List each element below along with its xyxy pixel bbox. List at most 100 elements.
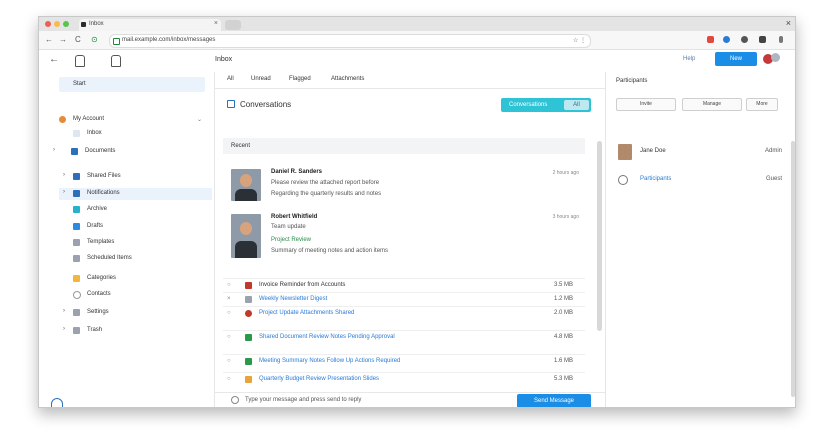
tab-flagged[interactable]: Flagged xyxy=(289,76,311,82)
sidebar-item-templates[interactable]: Templates xyxy=(73,237,211,249)
manage-button[interactable]: Manage xyxy=(682,98,742,111)
chevron-right-icon[interactable]: › xyxy=(63,172,65,178)
archive-icon xyxy=(73,206,80,213)
close-window-dot[interactable] xyxy=(45,21,51,27)
sender-photo xyxy=(231,214,261,258)
checkbox[interactable]: × xyxy=(227,296,231,302)
chevron-right-icon[interactable]: › xyxy=(53,147,55,153)
app-back-icon[interactable]: ← xyxy=(49,54,59,65)
url-input[interactable]: mail.example.com/inbox/messages ☆ ⋮ xyxy=(109,34,591,48)
view-toggle-active[interactable]: Conversations xyxy=(509,102,547,108)
home-icon[interactable] xyxy=(75,55,85,67)
tab-attachments[interactable]: Attachments xyxy=(331,76,364,82)
new-tab-button[interactable] xyxy=(225,20,241,30)
new-button[interactable]: New xyxy=(715,52,757,66)
back-arrow-icon[interactable]: ← xyxy=(45,35,53,44)
sidebar-item-scheduled[interactable]: Scheduled Items xyxy=(73,253,211,265)
sidebar-item-shared[interactable]: › Shared Files xyxy=(63,171,211,183)
title-bar: Inbox × × xyxy=(39,17,795,31)
chevron-right-icon[interactable]: › xyxy=(63,189,65,195)
bookmark-icon[interactable]: ☆ ⋮ xyxy=(573,37,586,44)
minimize-window-dot[interactable] xyxy=(54,21,60,27)
row-size: 1.6 MB xyxy=(553,358,573,364)
reload-icon[interactable]: C xyxy=(75,35,81,44)
sender-photo xyxy=(231,169,261,201)
attach-icon[interactable] xyxy=(231,396,239,404)
sidebar: Start My Account ⌄ Inbox › Documents › S… xyxy=(39,72,215,407)
sidebar-item-drafts[interactable]: Drafts xyxy=(73,221,211,233)
menu-icon[interactable] xyxy=(779,36,783,43)
help-link[interactable]: Help xyxy=(683,56,695,62)
table-row[interactable]: ○ Project Update Attachments Shared 2.0 … xyxy=(223,306,585,321)
sidebar-item-documents[interactable]: › Documents xyxy=(53,146,209,158)
address-bar: ← → C ⊙ mail.example.com/inbox/messages … xyxy=(39,31,795,50)
row-title: Invoice Reminder from Accounts xyxy=(259,282,346,288)
sidebar-item-inbox[interactable]: Inbox xyxy=(57,128,207,140)
table-row[interactable]: ○ Quarterly Budget Review Presentation S… xyxy=(223,372,585,387)
tab-unread[interactable]: Unread xyxy=(251,76,271,82)
tab-close-icon[interactable]: × xyxy=(214,20,218,27)
checkbox[interactable]: ○ xyxy=(227,282,231,288)
view-toggle-other[interactable]: All xyxy=(564,100,589,110)
message-line: Project Review xyxy=(271,237,312,243)
checkbox[interactable]: ○ xyxy=(227,334,231,340)
help-icon[interactable] xyxy=(51,398,63,407)
message-item[interactable]: Robert Whitfield Team update Project Rev… xyxy=(223,210,585,262)
file-icon xyxy=(245,376,252,383)
sidebar-item-notifications[interactable]: › Notifications xyxy=(59,188,212,200)
participant-name: Participants xyxy=(640,176,672,182)
row-title: Shared Document Review Notes Pending App… xyxy=(259,334,395,340)
chevron-right-icon[interactable]: › xyxy=(63,308,65,314)
checkbox[interactable]: ○ xyxy=(227,358,231,364)
sidebar-item-contacts[interactable]: Contacts xyxy=(73,289,211,301)
table-row[interactable]: × Weekly Newsletter Digest 1.2 MB xyxy=(223,292,585,307)
checkbox[interactable]: ○ xyxy=(227,310,231,316)
more-button[interactable]: More xyxy=(746,98,778,111)
checkbox[interactable]: ○ xyxy=(227,376,231,382)
table-row[interactable]: ○ Invoice Reminder from Accounts 3.5 MB xyxy=(223,278,585,293)
table-row[interactable]: ○ Meeting Summary Notes Follow Up Action… xyxy=(223,354,585,369)
participant-item[interactable]: Jane Doe Admin xyxy=(616,144,786,164)
extension-icon[interactable] xyxy=(707,36,714,43)
sidebar-item-label: Inbox xyxy=(87,130,102,136)
library-icon[interactable] xyxy=(111,55,121,67)
recent-header: Recent xyxy=(223,138,585,154)
send-button[interactable]: Send Message xyxy=(517,394,591,407)
app-header: ← Inbox Help New xyxy=(39,50,795,72)
message-item[interactable]: Daniel R. Sanders Please review the atta… xyxy=(223,162,585,202)
url-text: mail.example.com/inbox/messages xyxy=(122,37,216,43)
sidebar-item-categories[interactable]: Categories xyxy=(73,273,211,285)
extension-icon[interactable] xyxy=(759,36,766,43)
invite-button[interactable]: Invite xyxy=(616,98,676,111)
sidebar-top-item[interactable]: Start xyxy=(59,77,205,92)
draft-icon xyxy=(73,223,80,230)
extension-icon[interactable] xyxy=(723,36,730,43)
scrollbar[interactable] xyxy=(597,141,602,331)
inbox-icon xyxy=(73,130,80,137)
row-size: 3.5 MB xyxy=(553,282,573,288)
sidebar-item-archive[interactable]: Archive xyxy=(73,204,211,216)
scrollbar[interactable] xyxy=(791,141,795,397)
row-size: 4.8 MB xyxy=(553,334,573,340)
view-toggle: Conversations All xyxy=(501,98,591,112)
compose-input[interactable]: Type your message and press send to repl… xyxy=(245,397,361,403)
chevron-right-icon[interactable]: › xyxy=(63,326,65,332)
window-close-icon[interactable]: × xyxy=(786,18,791,28)
section-title-text: Conversations xyxy=(240,100,292,109)
zoom-window-dot[interactable] xyxy=(63,21,69,27)
sidebar-account[interactable]: My Account ⌄ xyxy=(57,114,207,126)
extension-icon[interactable] xyxy=(741,36,748,43)
table-row[interactable]: ○ Shared Document Review Notes Pending A… xyxy=(223,330,585,345)
avatar[interactable] xyxy=(771,53,780,62)
sidebar-item-settings[interactable]: › Settings xyxy=(63,307,211,319)
recent-header-label: Recent xyxy=(231,143,251,149)
browser-tab[interactable]: Inbox × xyxy=(79,19,221,31)
participant-item[interactable]: Participants Guest xyxy=(616,172,786,192)
sidebar-item-trash[interactable]: › Trash xyxy=(63,325,211,337)
chat-icon xyxy=(227,100,235,108)
chevron-down-icon[interactable]: ⌄ xyxy=(197,116,202,123)
section-title: Conversations xyxy=(227,100,291,109)
forward-arrow-icon[interactable]: → xyxy=(59,35,67,44)
calendar-icon xyxy=(73,255,80,262)
tab-all[interactable]: All xyxy=(227,76,234,82)
